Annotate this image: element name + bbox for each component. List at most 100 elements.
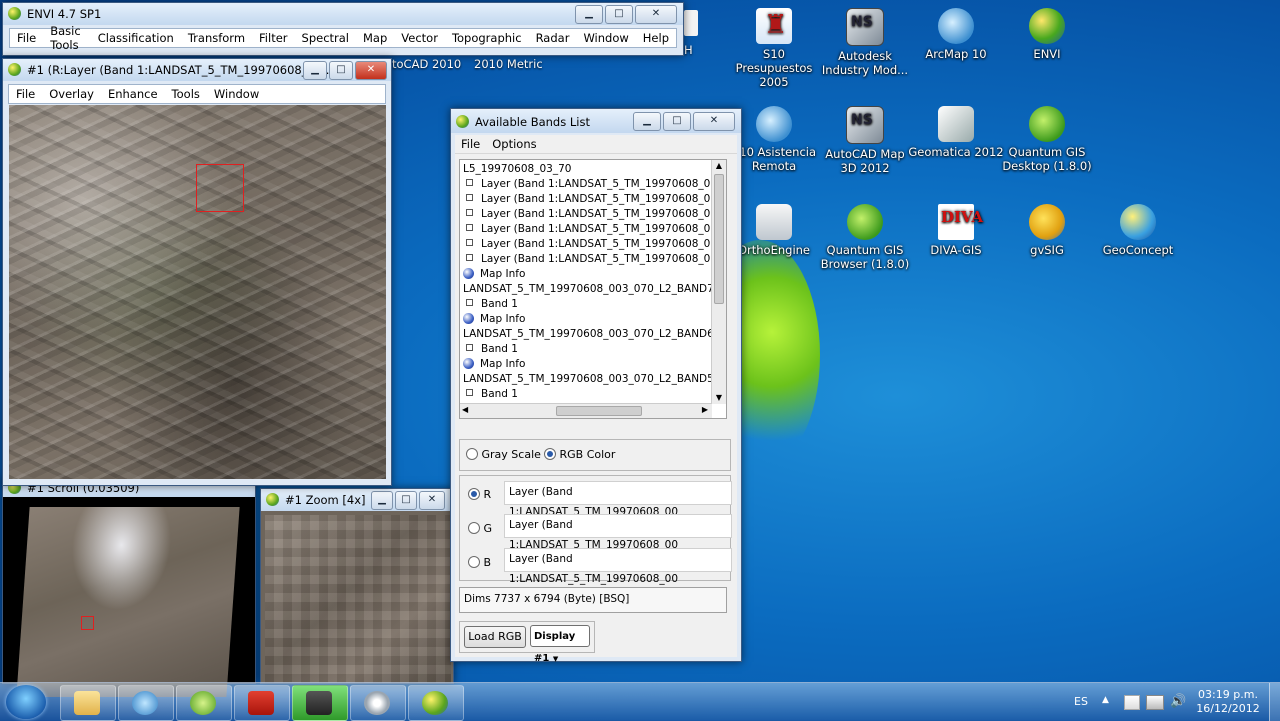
menu-spectral[interactable]: Spectral [295,31,356,45]
scroll-left-icon[interactable]: ◀ [462,405,468,414]
tree-band-item[interactable]: Layer (Band 1:LANDSAT_5_TM_19970608_003_… [463,177,715,192]
zoom-maximize-button[interactable]: □ [395,491,417,510]
tree-map-info[interactable]: Map Info [463,267,715,282]
zoom-close-button[interactable]: ✕ [419,491,445,510]
taskbar-settings[interactable] [350,685,406,721]
desktop-icon-autodesk-industry[interactable]: NS Autodesk Industry Mod... [817,8,913,77]
zoom-image[interactable] [265,515,451,683]
image-titlebar[interactable]: #1 (R:Layer (Band 1:LANDSAT_5_TM_1997060… [3,59,391,81]
tree-vscrollbar[interactable]: ▲ ▼ [711,160,726,404]
taskbar-acrobat[interactable] [234,685,290,721]
taskbar-qgis[interactable] [176,685,232,721]
tree-band-item[interactable]: Layer (Band 1:LANDSAT_5_TM_19970608_003_… [463,207,715,222]
tree-file-node[interactable]: L5_19970608_03_70 [463,162,715,177]
image-maximize-button[interactable]: □ [329,61,353,80]
image-close-button[interactable]: ✕ [355,61,387,80]
tree-band-item[interactable]: Layer (Band 1:LANDSAT_5_TM_19970608_003_… [463,192,715,207]
image-menu-overlay[interactable]: Overlay [42,87,101,101]
menu-basic-tools[interactable]: Basic Tools [43,24,90,52]
channel-g-field[interactable]: Layer (Band 1:LANDSAT_5_TM_19970608_00 [504,514,732,551]
desktop-icon-geomatica[interactable]: Geomatica 2012 [908,106,1004,159]
scroll-up-icon[interactable]: ▲ [712,160,726,172]
menu-file[interactable]: File [10,31,43,45]
envi-main-window[interactable]: ENVI 4.7 SP1 ▁ □ ✕ File Basic Tools Clas… [2,2,684,56]
zoom-titlebar[interactable]: #1 Zoom [4x] ▁ □ ✕ [261,489,453,511]
channel-r-field[interactable]: Layer (Band 1:LANDSAT_5_TM_19970608_00 [504,481,732,518]
bands-menu-options[interactable]: Options [486,137,542,151]
display-select[interactable]: Display #1 ▼ [530,625,590,664]
close-button[interactable]: ✕ [635,5,677,24]
tree-map-info[interactable]: Map Info [463,312,715,327]
bands-minimize-button[interactable]: ▁ [633,112,661,131]
clock[interactable]: 03:19 p.m. 16/12/2012 [1196,688,1260,716]
bands-menu-file[interactable]: File [455,137,486,151]
desktop-icon-diva-gis[interactable]: DIVA DIVA-GIS [908,204,1004,257]
taskbar-camtasia[interactable] [292,685,348,721]
channel-b-radio[interactable] [468,556,480,568]
menu-topographic[interactable]: Topographic [445,31,529,45]
zoom-window[interactable]: #1 Zoom [4x] ▁ □ ✕ [260,488,454,684]
scroll-image[interactable] [16,507,240,697]
image-menu-tools[interactable]: Tools [165,87,207,101]
desktop-icon-envi[interactable]: ENVI [999,8,1095,61]
tree-hscrollbar[interactable]: ◀ ▶ [460,403,712,418]
tree-band-item[interactable]: Band 1 [463,342,715,357]
menu-vector[interactable]: Vector [394,31,445,45]
start-button[interactable] [6,685,46,719]
image-menu-enhance[interactable]: Enhance [101,87,165,101]
menu-radar[interactable]: Radar [529,31,577,45]
desktop-icon-qgis-browser[interactable]: Quantum GIS Browser (1.8.0) [817,204,913,271]
channel-r-radio[interactable] [468,488,480,500]
channel-b-row[interactable]: B [468,556,491,569]
image-selection-box[interactable] [196,164,244,212]
tree-map-info[interactable]: Map Info [463,357,715,372]
scroll-selection-box[interactable] [81,616,94,630]
rgb-color-radio[interactable] [544,448,556,460]
tree-band-item[interactable]: Layer (Band 1:LANDSAT_5_TM_19970608_003_… [463,252,715,267]
bands-close-button[interactable]: ✕ [693,112,735,131]
scroll-thumb[interactable] [714,174,724,304]
zoom-minimize-button[interactable]: ▁ [371,491,393,510]
load-rgb-button[interactable]: Load RGB [464,626,526,648]
scroll-right-icon[interactable]: ▶ [702,405,708,414]
bands-titlebar[interactable]: Available Bands List ▁ □ ✕ [451,109,741,133]
image-minimize-button[interactable]: ▁ [303,61,327,80]
tree-band-item[interactable]: Layer (Band 1:LANDSAT_5_TM_19970608_003_… [463,237,715,252]
volume-icon[interactable]: 🔊 [1170,694,1186,709]
show-hidden-icons[interactable]: ▲ [1102,695,1109,705]
menu-help[interactable]: Help [636,31,676,45]
satellite-image[interactable] [9,105,386,479]
hscroll-thumb[interactable] [556,406,642,416]
channel-g-row[interactable]: G [468,522,492,535]
rgb-color-option[interactable]: RGB Color [544,448,615,461]
gray-scale-radio[interactable] [466,448,478,460]
scroll-down-icon[interactable]: ▼ [712,392,726,404]
scroll-window[interactable]: #1 Scroll (0.03509) [2,478,256,697]
tree-file-node[interactable]: LANDSAT_5_TM_19970608_003_070_L2_BAND7.t… [463,282,715,297]
minimize-button[interactable]: ▁ [575,5,603,24]
taskbar-envi[interactable] [408,685,464,721]
desktop-icon-gvsig[interactable]: gvSIG [999,204,1095,257]
channel-b-field[interactable]: Layer (Band 1:LANDSAT_5_TM_19970608_00 [504,548,732,585]
flag-icon[interactable] [1124,695,1140,710]
taskbar-explorer[interactable] [60,685,116,721]
image-window[interactable]: #1 (R:Layer (Band 1:LANDSAT_5_TM_1997060… [2,58,392,486]
maximize-button[interactable]: □ [605,5,633,24]
band-tree[interactable]: L5_19970608_03_70 Layer (Band 1:LANDSAT_5… [459,159,727,419]
desktop-icon-partial[interactable] [684,10,698,36]
desktop-icon-s10-presupuestos[interactable]: ♜ S10 Presupuestos 2005 [726,8,822,89]
desktop-icon-qgis-desktop[interactable]: Quantum GIS Desktop (1.8.0) [999,106,1095,173]
image-menu-file[interactable]: File [9,87,42,101]
tree-file-node[interactable]: LANDSAT_5_TM_19970608_003_070_L2_BAND6.t… [463,327,715,342]
menu-filter[interactable]: Filter [252,31,294,45]
menu-classification[interactable]: Classification [91,31,181,45]
menu-map[interactable]: Map [356,31,394,45]
desktop-icon-autocad-map[interactable]: NS AutoCAD Map 3D 2012 [817,106,913,175]
gray-scale-option[interactable]: Gray Scale [466,448,541,461]
desktop-icon-arcmap[interactable]: ArcMap 10 [908,8,1004,61]
tree-band-item[interactable]: Band 1 [463,387,715,402]
show-desktop-button[interactable] [1269,683,1280,721]
image-menu-window[interactable]: Window [207,87,266,101]
desktop-icon-geoconcept[interactable]: GeoConcept [1090,204,1186,257]
network-icon[interactable] [1146,695,1164,710]
